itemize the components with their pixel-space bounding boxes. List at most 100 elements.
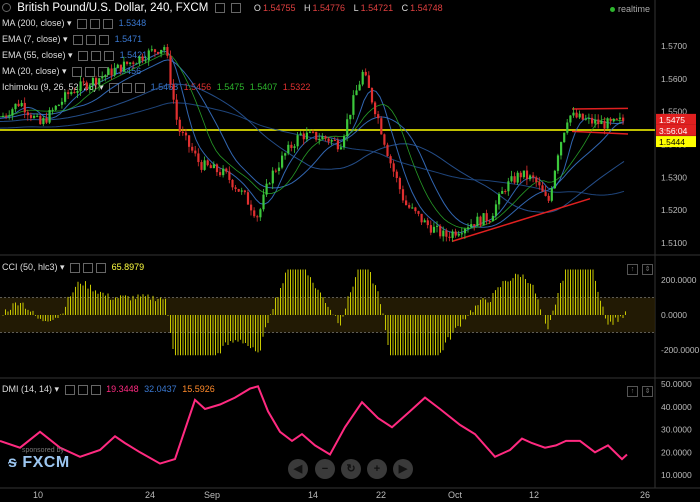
candle-body bbox=[191, 146, 194, 151]
visibility-icon[interactable] bbox=[73, 34, 84, 45]
visibility-icon[interactable] bbox=[109, 82, 120, 93]
candle-body bbox=[39, 115, 42, 125]
candle-body bbox=[529, 175, 532, 180]
candle-body bbox=[126, 61, 129, 64]
legend-ma200[interactable]: MA (200, close) ▾ 1.5348 bbox=[2, 18, 146, 29]
scroll-right-button[interactable]: ▶ bbox=[393, 459, 413, 479]
candle-body bbox=[457, 233, 460, 236]
price-tick-label: 1.5200 bbox=[661, 205, 687, 215]
legend-ema7[interactable]: EMA (7, close) ▾ 1.5471 bbox=[2, 34, 142, 45]
close-icon[interactable] bbox=[90, 384, 101, 395]
settings-icon[interactable] bbox=[122, 82, 133, 93]
cci-tick-label: -200.0000 bbox=[661, 345, 700, 355]
candle-body bbox=[234, 187, 237, 189]
pane-maximize-icon[interactable]: ⇕ bbox=[642, 264, 653, 275]
zoom-in-button[interactable]: + bbox=[367, 459, 387, 479]
candle-body bbox=[392, 163, 395, 172]
candle-body bbox=[519, 172, 522, 178]
candle-body bbox=[287, 144, 290, 154]
candle-body bbox=[448, 236, 451, 238]
candle-body bbox=[491, 215, 494, 222]
candle-body bbox=[64, 92, 67, 102]
settings-icon[interactable] bbox=[214, 2, 225, 13]
settings-icon[interactable] bbox=[86, 34, 97, 45]
close-icon[interactable] bbox=[135, 82, 146, 93]
settings-icon[interactable] bbox=[77, 384, 88, 395]
visibility-icon[interactable] bbox=[78, 50, 89, 61]
candle-body bbox=[513, 176, 516, 183]
pane-up-icon[interactable]: ↑ bbox=[627, 386, 638, 397]
visibility-icon[interactable] bbox=[70, 262, 81, 273]
dmi-tick-label: 20.0000 bbox=[661, 447, 692, 457]
legend-ma20[interactable]: MA (20, close) ▾ 1.5456 bbox=[2, 66, 141, 77]
legend-cci[interactable]: CCI (50, hlc3) ▾ 65.8979 bbox=[2, 262, 144, 273]
candle-body bbox=[5, 115, 8, 117]
settings-icon[interactable] bbox=[85, 66, 96, 77]
price-label: 3:56:04 bbox=[659, 126, 688, 136]
candle-body bbox=[525, 170, 529, 180]
close-icon[interactable] bbox=[104, 50, 115, 61]
candle-body bbox=[485, 213, 488, 221]
candle-body bbox=[460, 233, 463, 235]
candle-body bbox=[569, 115, 572, 123]
candle-body bbox=[225, 168, 228, 172]
dmi-tick-label: 50.0000 bbox=[661, 379, 692, 389]
settings-icon[interactable] bbox=[90, 18, 101, 29]
candle-body bbox=[560, 142, 563, 156]
close-icon[interactable] bbox=[98, 66, 109, 77]
candle-body bbox=[150, 49, 153, 51]
candle-body bbox=[219, 172, 222, 176]
candle-body bbox=[339, 147, 343, 150]
settings-icon[interactable] bbox=[91, 50, 102, 61]
candle-body bbox=[538, 182, 541, 186]
channel-top-line bbox=[571, 107, 629, 110]
candle-body bbox=[212, 164, 215, 169]
live-dot-icon bbox=[609, 7, 615, 12]
candle-body bbox=[364, 71, 367, 76]
legend-ichimoku[interactable]: Ichimoku (9, 26, 52, 26) ▾ 1.5468 1.5456… bbox=[2, 82, 310, 93]
candle-body bbox=[476, 216, 479, 227]
zoom-out-button[interactable]: − bbox=[315, 459, 335, 479]
ohlc-values: O 1.54755 H 1.54776 L 1.54721 C 1.54748 bbox=[253, 3, 443, 13]
visibility-icon[interactable] bbox=[77, 18, 88, 29]
candle-body bbox=[349, 114, 352, 120]
candle-body bbox=[8, 115, 11, 117]
reset-button[interactable]: ↻ bbox=[341, 459, 361, 479]
candle-body bbox=[57, 104, 60, 106]
visibility-icon[interactable] bbox=[72, 66, 83, 77]
x-tick-label: 26 bbox=[640, 490, 650, 500]
candle-body bbox=[346, 119, 349, 137]
settings-icon[interactable] bbox=[83, 262, 94, 273]
gear-icon[interactable] bbox=[2, 3, 11, 13]
close-icon[interactable] bbox=[103, 18, 114, 29]
candle-body bbox=[615, 118, 618, 120]
candle-body bbox=[33, 115, 36, 118]
dmi-adx-line bbox=[0, 385, 628, 465]
ema7-line bbox=[0, 50, 625, 234]
candle-body bbox=[231, 179, 234, 188]
candle-body bbox=[296, 135, 299, 147]
legend-dmi[interactable]: DMI (14, 14) ▾ 19.3448 32.0437 15.5926 bbox=[2, 384, 215, 395]
pane-maximize-icon[interactable]: ⇕ bbox=[642, 386, 653, 397]
candle-body bbox=[29, 115, 33, 118]
candle-body bbox=[250, 204, 253, 211]
chart-title: British Pound/U.S. Dollar, 240, FXCM bbox=[17, 2, 209, 14]
candle-body bbox=[23, 102, 26, 113]
close-icon[interactable] bbox=[99, 34, 110, 45]
visibility-icon[interactable] bbox=[64, 384, 75, 395]
candle-body bbox=[209, 165, 212, 169]
candle-body bbox=[370, 87, 374, 103]
legend-ema55[interactable]: EMA (55, close) ▾ 1.5421 bbox=[2, 50, 147, 61]
candle-body bbox=[194, 150, 197, 154]
candle-body bbox=[482, 213, 485, 226]
candle-body bbox=[352, 95, 355, 115]
close-icon[interactable] bbox=[96, 262, 107, 273]
scroll-left-button[interactable]: ◀ bbox=[288, 459, 308, 479]
candle-body bbox=[498, 193, 501, 205]
candle-body bbox=[253, 210, 256, 217]
candle-body bbox=[563, 132, 566, 143]
pane-up-icon[interactable]: ↑ bbox=[627, 264, 638, 275]
candle-body bbox=[355, 90, 358, 96]
chart-type-icon[interactable] bbox=[230, 2, 241, 13]
candle-body bbox=[389, 156, 392, 164]
